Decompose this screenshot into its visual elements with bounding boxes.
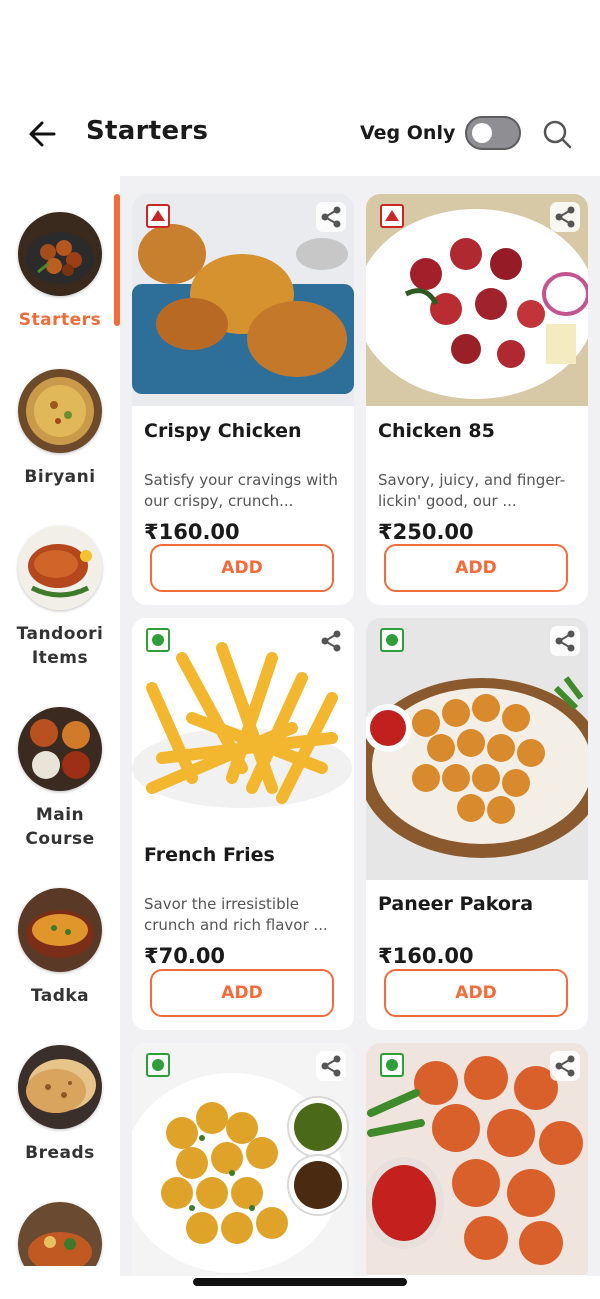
- sidebar-item-label: Main Course: [25, 805, 95, 849]
- veg-only-toggle[interactable]: [465, 116, 521, 150]
- page-title: Starters: [86, 116, 209, 146]
- product-card[interactable]: Crispy Chicken Satisfy your cravings wit…: [132, 194, 354, 605]
- add-button[interactable]: ADD: [384, 969, 568, 1017]
- product-card[interactable]: French Fries Savor the irresistible crun…: [132, 618, 354, 1030]
- veg-icon: [146, 628, 170, 652]
- veg-icon: [146, 1053, 170, 1077]
- share-button[interactable]: [316, 202, 346, 232]
- back-button[interactable]: [24, 115, 62, 153]
- sidebar-item-label: Tadka: [30, 986, 90, 1006]
- category-image-tandoori: [18, 526, 102, 610]
- category-sidebar: Starters Biryani Tandoori Items Main Cou…: [0, 176, 120, 1266]
- product-price: ₹70.00: [144, 944, 226, 968]
- product-card[interactable]: Chicken 85 Savory, juicy, and finger-lic…: [366, 194, 588, 605]
- product-name: French Fries: [144, 844, 275, 866]
- add-button[interactable]: ADD: [384, 544, 568, 592]
- product-description-text: Satisfy your cravings with our crispy, c…: [144, 471, 338, 510]
- search-icon: [543, 120, 572, 149]
- product-name: Paneer Pakora: [378, 893, 534, 915]
- veg-only-label: Veg Only: [360, 122, 456, 144]
- sidebar-item-label: Starters: [18, 310, 102, 330]
- share-icon: [321, 1055, 341, 1077]
- search-button[interactable]: [541, 118, 573, 150]
- non-veg-icon: [146, 204, 170, 228]
- share-icon: [321, 206, 341, 228]
- share-icon: [555, 1055, 575, 1077]
- category-image-main-course: [18, 707, 102, 791]
- product-card[interactable]: [132, 1043, 354, 1276]
- product-image: [366, 618, 588, 880]
- product-price: ₹160.00: [144, 520, 240, 544]
- product-name: Crispy Chicken: [144, 420, 302, 442]
- veg-icon: [380, 628, 404, 652]
- product-description-text: Savor the irresistible crunch and rich f…: [144, 895, 328, 934]
- home-indicator[interactable]: [193, 1278, 407, 1286]
- product-price: ₹250.00: [378, 520, 474, 544]
- product-description: Savory, juicy, and finger-lickin' good, …: [378, 470, 578, 512]
- sidebar-item-label: Tandoori Items: [16, 624, 104, 668]
- arrow-left-icon: [29, 121, 56, 147]
- product-description-text: Savory, juicy, and finger-lickin' good, …: [378, 471, 566, 510]
- sidebar-item-label: Biryani: [24, 467, 96, 487]
- veg-icon: [380, 1053, 404, 1077]
- share-icon: [555, 630, 575, 652]
- top-bar: Starters Veg Only: [0, 100, 600, 166]
- share-icon: [321, 630, 341, 652]
- share-button[interactable]: [550, 202, 580, 232]
- product-name: Chicken 85: [378, 420, 495, 442]
- sidebar-item-label: Breads: [25, 1143, 95, 1163]
- category-image-tadka: [18, 888, 102, 972]
- product-description: Satisfy your cravings with our crispy, c…: [144, 470, 344, 512]
- add-button[interactable]: ADD: [150, 544, 334, 592]
- product-card[interactable]: [366, 1043, 588, 1276]
- category-image-more: [18, 1202, 102, 1266]
- category-image-biryani: [18, 369, 102, 453]
- share-button[interactable]: [316, 626, 346, 656]
- product-description: Savor the irresistible crunch and rich f…: [144, 894, 344, 936]
- toggle-knob: [472, 123, 492, 143]
- share-button[interactable]: [316, 1051, 346, 1081]
- category-image-starters: [18, 212, 102, 296]
- non-veg-icon: [380, 204, 404, 228]
- share-button[interactable]: [550, 1051, 580, 1081]
- share-icon: [555, 206, 575, 228]
- product-card[interactable]: Paneer Pakora ₹160.00 ADD: [366, 618, 588, 1030]
- product-grid: Crispy Chicken Satisfy your cravings wit…: [120, 176, 600, 1276]
- add-button[interactable]: ADD: [150, 969, 334, 1017]
- share-button[interactable]: [550, 626, 580, 656]
- product-price: ₹160.00: [378, 944, 474, 968]
- category-image-breads: [18, 1045, 102, 1129]
